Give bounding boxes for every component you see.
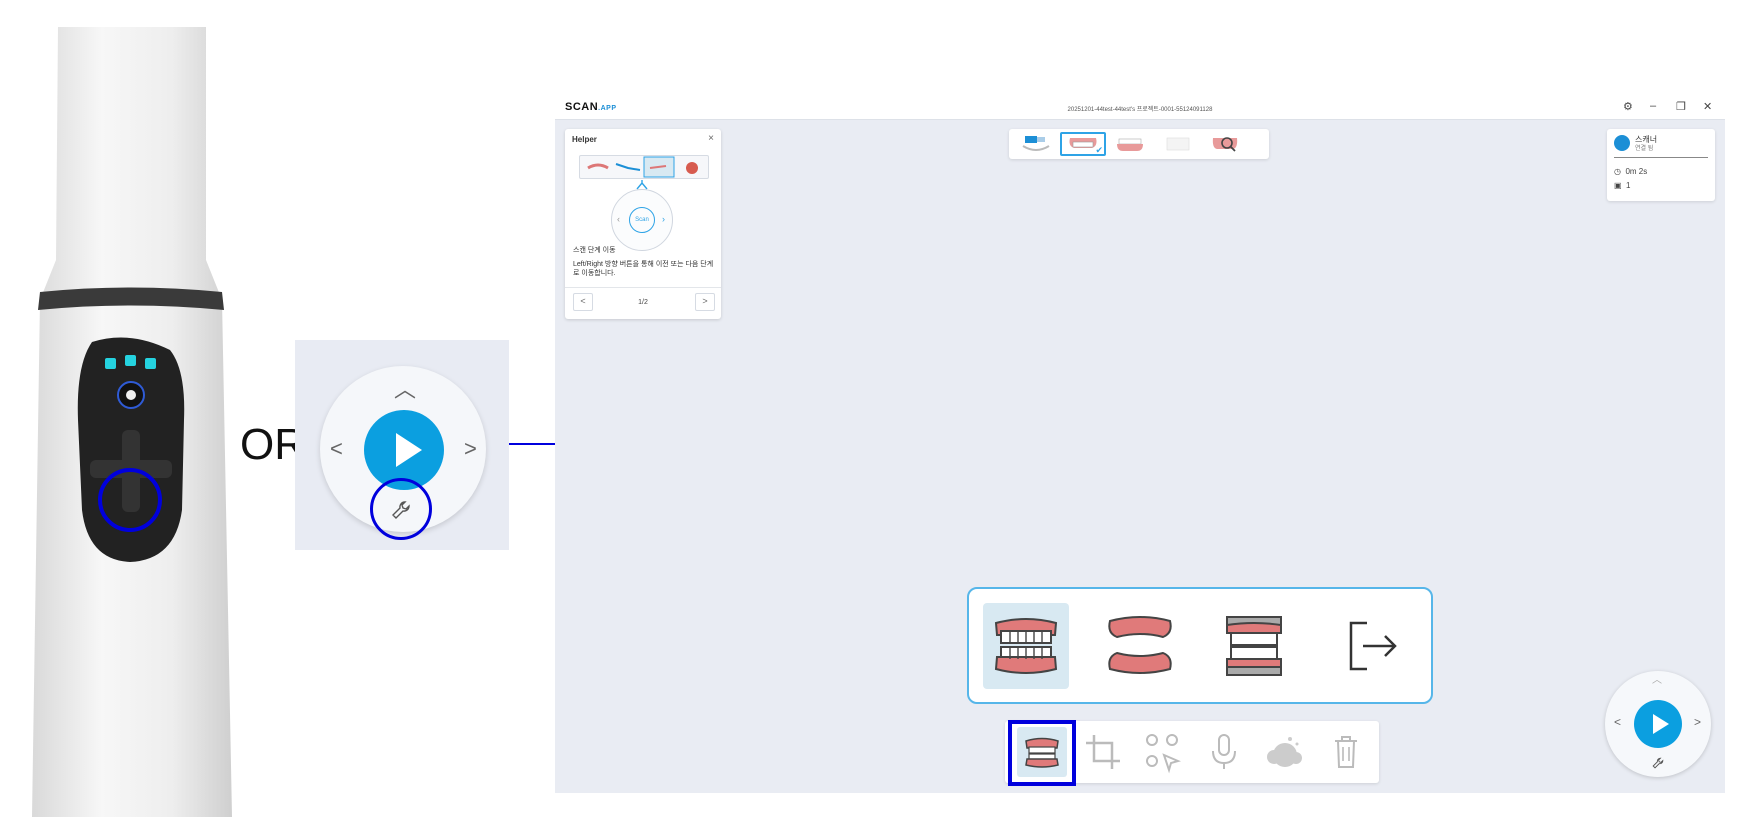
- clock-icon: ◷: [1614, 167, 1621, 176]
- inspect-magnifier-icon: [1212, 137, 1238, 152]
- full-arch-scan-button[interactable]: [983, 603, 1069, 689]
- app-window: SCAN.APP 20251201-44test-44test's 프로젝트-0…: [555, 97, 1725, 793]
- image-icon: ▣: [1614, 181, 1622, 190]
- bite-scan-button[interactable]: [1211, 603, 1297, 689]
- helper-dial-right-icon: ›: [662, 214, 665, 224]
- status-divider: [1614, 157, 1708, 158]
- mini-next-arrow-icon[interactable]: >: [1694, 715, 1701, 729]
- stage-inspect[interactable]: [1203, 132, 1249, 156]
- helper-heading: 스캔 단계 이동: [573, 247, 616, 254]
- lower-jaw-icon: [1117, 138, 1143, 151]
- mini-wrench-icon[interactable]: [1652, 757, 1664, 769]
- helper-body: Left/Right 방향 버튼을 통해 이전 또는 다음 단계로 이동합니다.: [573, 261, 714, 277]
- edentulous-gum-icon: [1108, 616, 1172, 674]
- bite-icon: [1166, 137, 1190, 151]
- full-arch-teeth-icon: [994, 618, 1058, 674]
- bubble-tool-button[interactable]: [1260, 727, 1310, 777]
- minimize-icon[interactable]: –: [1650, 100, 1656, 112]
- crop-icon: [1086, 735, 1120, 769]
- helper-dial-scan: Scan: [629, 207, 655, 233]
- helper-dial-illustration: ‹ Scan ›: [611, 189, 673, 251]
- helper-next-button[interactable]: >: [695, 293, 715, 311]
- image-count-row: ▣ 1: [1614, 181, 1630, 190]
- title-bar: SCAN.APP 20251201-44test-44test's 프로젝트-0…: [555, 97, 1725, 120]
- scanner-icon: [1614, 135, 1630, 151]
- helper-panel: Helper × ‹ Scan › 스캔 단계 이동 Left/Right 방향…: [565, 129, 721, 319]
- helper-dial-left-icon: ‹: [617, 214, 620, 224]
- exit-button[interactable]: [1331, 603, 1417, 689]
- scan-time: 0m 2s: [1625, 167, 1648, 176]
- select-tool-button[interactable]: [1138, 727, 1188, 777]
- exit-icon: [1349, 621, 1397, 671]
- helper-title: Helper: [572, 135, 597, 144]
- helper-divider: [565, 287, 721, 288]
- image-count: 1: [1626, 181, 1631, 190]
- stage-bite[interactable]: [1155, 132, 1201, 156]
- scan-control-dial: ︿ < >: [1605, 671, 1711, 777]
- window-title: 20251201-44test-44test's 프로젝트-0001-55124…: [1067, 107, 1213, 113]
- scanner-connection-status: 연결 됨: [1635, 146, 1654, 152]
- gear-icon[interactable]: ⚙: [1623, 100, 1633, 113]
- trash-icon: [1335, 736, 1357, 768]
- lasso-select-icon: [1146, 734, 1181, 774]
- bite-teeth-icon: [1226, 616, 1282, 676]
- microphone-icon: [1212, 734, 1236, 769]
- restore-icon[interactable]: ❐: [1676, 100, 1686, 113]
- crop-tool-button[interactable]: [1078, 727, 1128, 777]
- voice-tool-button[interactable]: [1199, 727, 1249, 777]
- selected-check-icon: ✔: [1095, 145, 1103, 155]
- scan-time-row: ◷ 0m 2s: [1614, 167, 1647, 176]
- scan-type-panel: [967, 587, 1433, 704]
- helper-image-strip: [579, 155, 709, 179]
- scan-type-tool-highlight: [1008, 720, 1076, 786]
- helper-step-images: [587, 156, 698, 178]
- mini-play-button[interactable]: [1634, 700, 1682, 748]
- scan-stage-bar: ✔: [1009, 129, 1269, 159]
- mini-prev-arrow-icon[interactable]: <: [1614, 715, 1621, 729]
- helper-close-icon[interactable]: ×: [708, 133, 714, 144]
- stage-lower-jaw[interactable]: [1107, 132, 1153, 156]
- stage-upper-jaw[interactable]: ✔: [1060, 132, 1106, 156]
- mini-up-arrow-icon[interactable]: ︿: [1652, 671, 1662, 686]
- stage-scan-setup[interactable]: [1013, 132, 1059, 156]
- scanner-status-card: 스캐너 연결 됨 ◷ 0m 2s ▣ 1: [1607, 129, 1715, 201]
- close-icon[interactable]: ✕: [1703, 100, 1712, 113]
- scan-setup-icon: [1022, 136, 1050, 151]
- delete-tool-button[interactable]: [1321, 727, 1371, 777]
- edentulous-scan-button[interactable]: [1097, 603, 1183, 689]
- bubble-icon: [1267, 737, 1302, 767]
